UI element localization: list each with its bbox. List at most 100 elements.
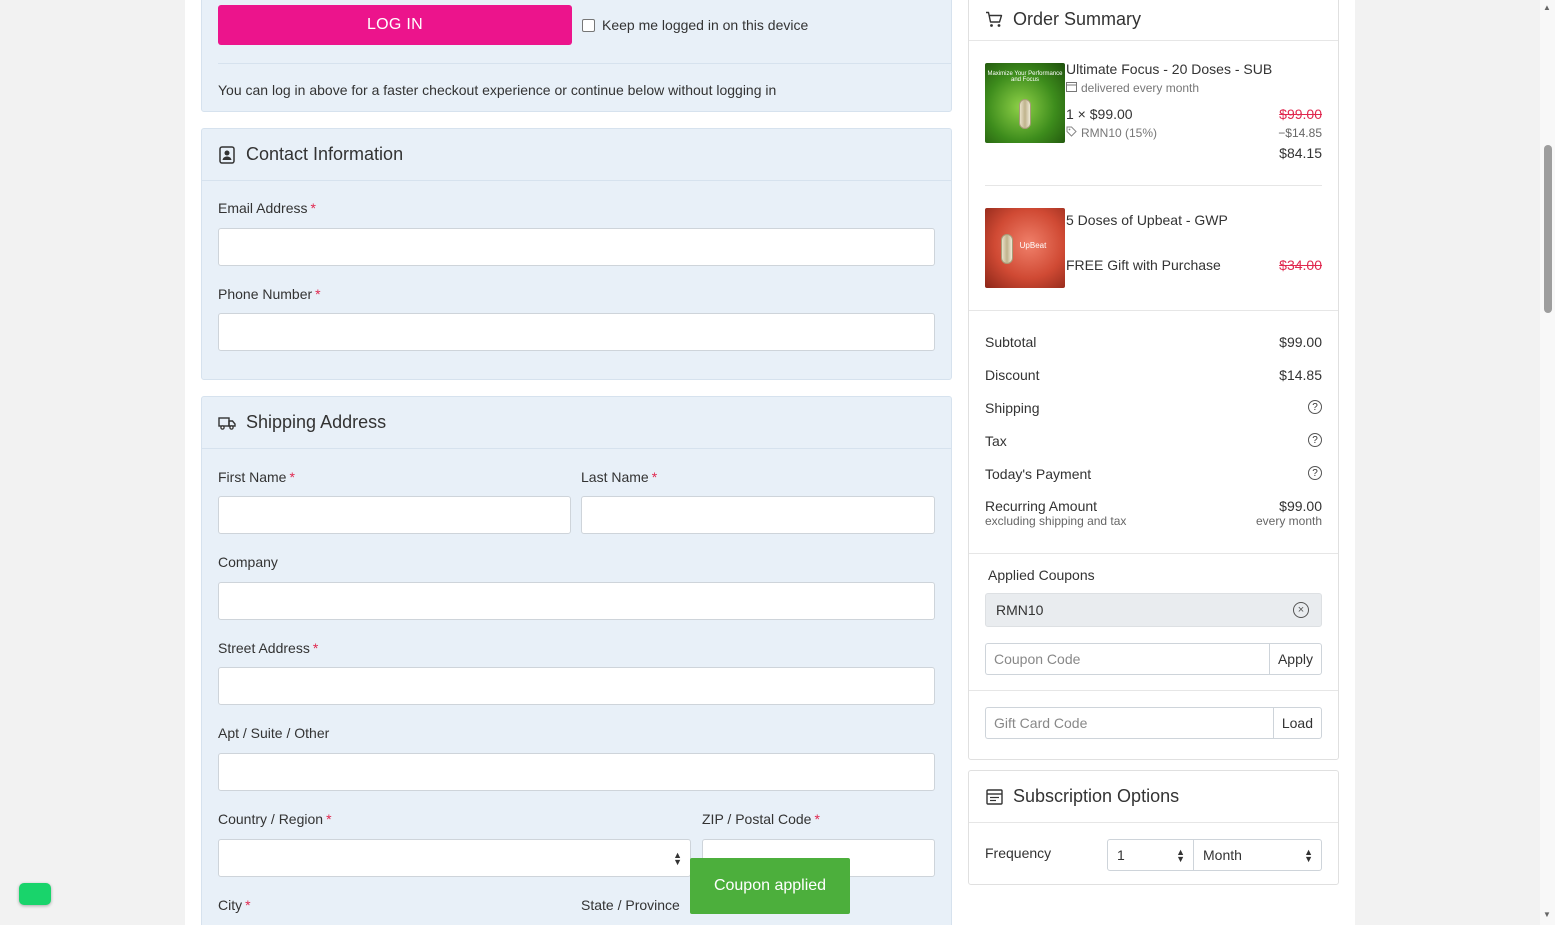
chat-launcher-button[interactable] [19,883,51,905]
login-note: You can log in above for a faster checko… [218,82,777,98]
login-panel: LOG IN Keep me logged in on this device … [201,0,952,112]
item-gift-note: FREE Gift with Purchase [1066,257,1221,273]
email-label: Email Address * [218,200,316,216]
capsule-graphic [1019,99,1031,129]
select-arrows-icon: ▲ ▼ [1304,847,1313,864]
coupon-code-input[interactable]: Coupon Code [985,643,1269,675]
item-name: 5 Doses of Upbeat - GWP [1066,212,1228,228]
order-summary-title: Order Summary [1013,9,1142,29]
coupon-applied-toast: Coupon applied [690,858,850,914]
frequency-count-select[interactable]: 1 ▲ ▼ [1107,839,1194,871]
phone-label: Phone Number * [218,286,321,302]
calendar-icon [985,788,1003,806]
street-field[interactable] [218,667,935,705]
capsule-graphic [1001,234,1013,264]
todays-payment-row: Today's Payment ? [985,466,1322,482]
applied-coupon: RMN10 × [985,593,1322,627]
coupon-input-group: Coupon Code Apply [985,643,1322,675]
state-label: State / Province [581,897,680,913]
keep-logged-in-option[interactable]: Keep me logged in on this device [582,17,808,33]
item-final-price: $84.15 [1279,145,1322,161]
email-field[interactable] [218,228,935,266]
giftcard-input-group: Gift Card Code Load [985,707,1322,739]
divider [218,63,951,64]
contact-section: Contact Information Email Address * Phone… [201,128,952,380]
divider [985,185,1322,186]
page-scrollbar[interactable]: ▲ ▼ [1540,0,1555,925]
product-image: Maximize Your Performance and Focus [985,63,1065,143]
frequency-period-select[interactable]: Month ▲ ▼ [1193,839,1322,871]
tax-row: Tax ? [985,433,1322,449]
help-icon[interactable]: ? [1308,433,1322,447]
scroll-up-icon[interactable]: ▲ [1543,3,1551,12]
help-icon[interactable]: ? [1308,400,1322,414]
company-field[interactable] [218,582,935,620]
scroll-down-icon[interactable]: ▼ [1543,910,1551,919]
item-discount: −$14.85 [1278,126,1322,140]
cart-item: Maximize Your Performance and Focus Ulti… [985,61,1322,173]
contact-card-icon [218,145,236,164]
subscription-options: Subscription Options Frequency 1 ▲ ▼ Mont… [968,770,1339,885]
divider [969,553,1338,554]
login-button[interactable]: LOG IN [218,5,572,45]
country-select[interactable]: ▲ ▼ [218,839,691,877]
load-gift-card-button[interactable]: Load [1272,707,1322,739]
order-summary-header: Order Summary [969,0,1338,41]
apt-field[interactable] [218,753,935,791]
select-arrows-icon: ▲ ▼ [1176,847,1185,864]
first-name-label: First Name * [218,469,295,485]
keep-logged-in-label: Keep me logged in on this device [602,17,809,33]
item-original-price: $34.00 [1279,257,1322,273]
product-image: UpBeat [985,208,1065,288]
contact-title: Contact Information [246,144,404,164]
recurring-period: every month [1255,514,1322,528]
zip-label: ZIP / Postal Code * [702,811,820,827]
divider [969,310,1338,311]
shipping-section: Shipping Address First Name * Last Name * … [201,396,952,925]
last-name-label: Last Name * [581,469,658,485]
discount-row: Discount $14.85 [985,367,1322,383]
subtotal-row: Subtotal $99.00 [985,334,1322,350]
street-label: Street Address * [218,640,319,656]
keep-logged-in-checkbox[interactable] [582,18,595,32]
city-label: City * [218,897,251,913]
scrollbar-thumb[interactable] [1544,145,1552,313]
tag-icon [1066,126,1077,140]
checkout-page: LOG IN Keep me logged in on this device … [185,0,1355,925]
item-qty-price: 1 × $99.00 [1066,106,1133,122]
applied-coupon-code: RMN10 [996,602,1044,618]
apt-label: Apt / Suite / Other [218,725,330,741]
recurring-row: Recurring Amount excluding shipping and … [985,498,1322,528]
apply-coupon-button[interactable]: Apply [1268,643,1322,675]
help-icon[interactable]: ? [1308,466,1322,480]
recurring-amount: $99.00 [1279,498,1322,514]
order-summary: Order Summary Maximize Your Performance … [968,0,1339,760]
subscription-title: Subscription Options [1013,786,1180,806]
calendar-icon [1066,81,1077,95]
shipping-header: Shipping Address [202,397,951,449]
divider [969,690,1338,691]
recurring-sub: excluding shipping and tax [985,514,1127,528]
cart-icon [985,11,1003,29]
frequency-label: Frequency [985,845,1052,861]
applied-coupons-title: Applied Coupons [988,567,1095,583]
phone-field[interactable] [218,313,935,351]
contact-header: Contact Information [202,129,951,181]
country-label: Country / Region * [218,811,332,827]
cart-item: UpBeat 5 Doses of Upbeat - GWP FREE Gift… [985,208,1322,290]
truck-icon [218,414,236,432]
select-arrows-icon: ▲ ▼ [673,850,682,867]
last-name-field[interactable] [581,496,935,534]
gift-card-input[interactable]: Gift Card Code [985,707,1273,739]
item-name: Ultimate Focus - 20 Doses - SUB [1066,61,1273,77]
company-label: Company [218,554,278,570]
product-image-caption: Maximize Your Performance and Focus [987,71,1063,83]
subscription-header: Subscription Options [969,771,1338,823]
remove-coupon-icon[interactable]: × [1293,602,1309,618]
first-name-field[interactable] [218,496,571,534]
item-coupon: RMN10 (15%) [1066,126,1157,140]
shipping-title: Shipping Address [246,412,387,432]
item-delivery: delivered every month [1066,81,1199,95]
item-original-price: $99.00 [1279,106,1322,122]
shipping-row: Shipping ? [985,400,1322,416]
